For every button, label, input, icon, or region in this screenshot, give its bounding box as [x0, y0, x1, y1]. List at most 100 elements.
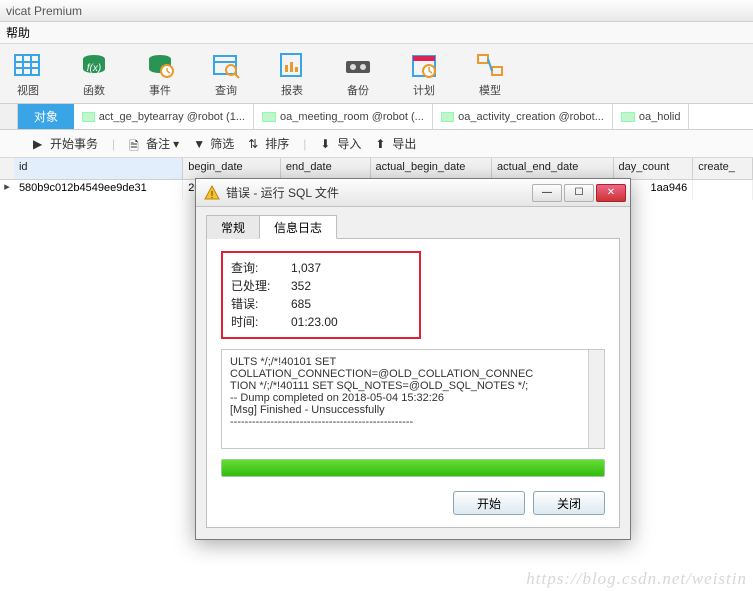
menu-help[interactable]: 帮助	[6, 26, 30, 40]
stat-processed-label: 已处理:	[231, 277, 291, 295]
tab-label: oa_activity_creation @robot...	[458, 111, 604, 123]
query-icon	[210, 49, 242, 81]
action-begin-transaction[interactable]: ▶开始事务	[33, 135, 98, 152]
close-button[interactable]: 关闭	[533, 491, 605, 515]
side-gutter	[0, 104, 18, 129]
col-begin-date[interactable]: begin_date	[183, 158, 281, 179]
note-icon: 🗎	[129, 137, 143, 151]
col-end-date[interactable]: end_date	[281, 158, 371, 179]
report-icon	[276, 49, 308, 81]
table-icon	[262, 112, 276, 122]
dialog-title: 错误 - 运行 SQL 文件	[226, 184, 532, 201]
toolbar-backup[interactable]: 备份	[334, 49, 382, 98]
toolbar-query[interactable]: 查询	[202, 49, 250, 98]
stat-processed-value: 352	[291, 277, 311, 295]
watermark-text: https://blog.csdn.net/weistin	[526, 569, 747, 589]
cell-id[interactable]: 580b9c012b4549ee9de31	[14, 180, 183, 200]
log-line: COLLATION_CONNECTION=@OLD_COLLATION_CONN…	[230, 368, 596, 380]
cell-create-by[interactable]	[693, 180, 753, 200]
col-actual-begin-date[interactable]: actual_begin_date	[371, 158, 493, 179]
tab-file-0[interactable]: act_ge_bytearray @robot (1...	[74, 104, 254, 129]
dialog-panel: 查询:1,037 已处理:352 错误:685 时间:01:23.00 ULTS…	[206, 238, 620, 528]
tab-info-log[interactable]: 信息日志	[259, 215, 337, 239]
action-filter[interactable]: ▼筛选	[193, 135, 234, 152]
toolbar-label: 函数	[83, 82, 105, 98]
model-icon	[474, 49, 506, 81]
col-actual-end-date[interactable]: actual_end_date	[492, 158, 614, 179]
play-icon: ▶	[33, 137, 47, 151]
progress-bar	[221, 459, 605, 477]
menu-bar: 帮助	[0, 22, 753, 44]
tab-file-3[interactable]: oa_holid	[613, 104, 690, 129]
svg-text:f(x): f(x)	[87, 63, 101, 74]
action-label: 导入	[337, 135, 361, 152]
tab-label: oa_holid	[639, 111, 681, 123]
col-day-count[interactable]: day_count	[614, 158, 694, 179]
action-label: 开始事务	[50, 135, 98, 152]
table-icon	[621, 112, 635, 122]
col-create-by[interactable]: create_	[693, 158, 753, 179]
window-minimize-button[interactable]: —	[532, 184, 562, 202]
toolbar-report[interactable]: 报表	[268, 49, 316, 98]
file-tabs-row: 对象 act_ge_bytearray @robot (1... oa_meet…	[0, 104, 753, 130]
toolbar-label: 视图	[17, 82, 39, 98]
export-icon: ⬆	[375, 137, 389, 151]
schedule-icon	[408, 49, 440, 81]
tab-file-1[interactable]: oa_meeting_room @robot (...	[254, 104, 433, 129]
action-label: 备注	[146, 135, 170, 152]
table-icon	[82, 112, 95, 122]
app-titlebar: vicat Premium	[0, 0, 753, 22]
toolbar-label: 计划	[413, 82, 435, 98]
toolbar-schedule[interactable]: 计划	[400, 49, 448, 98]
toolbar-label: 查询	[215, 82, 237, 98]
action-bar: ▶开始事务 | 🗎备注 ▾ ▼筛选 ⇅排序 | ⬇导入 ⬆导出	[0, 130, 753, 158]
log-line: -- Dump completed on 2018-05-04 15:32:26	[230, 392, 596, 404]
action-sort[interactable]: ⇅排序	[248, 135, 289, 152]
grid-icon	[12, 49, 44, 81]
chevron-down-icon: ▾	[173, 137, 179, 151]
stat-errors-label: 错误:	[231, 295, 291, 313]
sort-icon: ⇅	[248, 137, 262, 151]
stat-query-value: 1,037	[291, 259, 321, 277]
dialog-titlebar[interactable]: ! 错误 - 运行 SQL 文件 — ☐ ✕	[196, 179, 630, 207]
scrollbar[interactable]	[588, 350, 604, 448]
warning-icon: !	[204, 185, 220, 201]
tab-general[interactable]: 常规	[206, 215, 260, 239]
action-note[interactable]: 🗎备注 ▾	[129, 135, 179, 152]
window-maximize-button[interactable]: ☐	[564, 184, 594, 202]
toolbar-label: 报表	[281, 82, 303, 98]
import-icon: ⬇	[320, 137, 334, 151]
toolbar-event[interactable]: 事件	[136, 49, 184, 98]
action-import[interactable]: ⬇导入	[320, 135, 361, 152]
stat-query-label: 查询:	[231, 259, 291, 277]
stats-highlight-box: 查询:1,037 已处理:352 错误:685 时间:01:23.00	[221, 251, 421, 339]
grid-header: id begin_date end_date actual_begin_date…	[0, 158, 753, 180]
tab-file-2[interactable]: oa_activity_creation @robot...	[433, 104, 613, 129]
action-label: 筛选	[210, 135, 234, 152]
action-label: 排序	[265, 135, 289, 152]
log-textarea[interactable]: ULTS */;/*!40101 SET COLLATION_CONNECTIO…	[221, 349, 605, 449]
svg-text:!: !	[211, 190, 214, 201]
function-icon: f(x)	[78, 49, 110, 81]
filter-icon: ▼	[193, 137, 207, 151]
toolbar-model[interactable]: 模型	[466, 49, 514, 98]
event-icon	[144, 49, 176, 81]
toolbar-function[interactable]: f(x) 函数	[70, 49, 118, 98]
log-line: [Msg] Finished - Unsuccessfully	[230, 404, 596, 416]
start-button[interactable]: 开始	[453, 491, 525, 515]
toolbar-label: 事件	[149, 82, 171, 98]
error-dialog: ! 错误 - 运行 SQL 文件 — ☐ ✕ 常规 信息日志 查询:1,037 …	[195, 178, 631, 540]
table-icon	[441, 112, 454, 122]
action-export[interactable]: ⬆导出	[375, 135, 416, 152]
row-marker-icon: ▸	[0, 180, 14, 200]
main-toolbar: 视图 f(x) 函数 事件 查询 报表 备份 计划 模型	[0, 44, 753, 104]
window-close-button[interactable]: ✕	[596, 184, 626, 202]
log-line: ----------------------------------------…	[230, 416, 596, 428]
toolbar-view[interactable]: 视图	[4, 49, 52, 98]
backup-icon	[342, 49, 374, 81]
stat-errors-value: 685	[291, 295, 311, 313]
col-id[interactable]: id	[14, 158, 183, 179]
stat-time-label: 时间:	[231, 313, 291, 331]
tab-object[interactable]: 对象	[18, 104, 74, 129]
tab-label: act_ge_bytearray @robot (1...	[99, 111, 245, 123]
